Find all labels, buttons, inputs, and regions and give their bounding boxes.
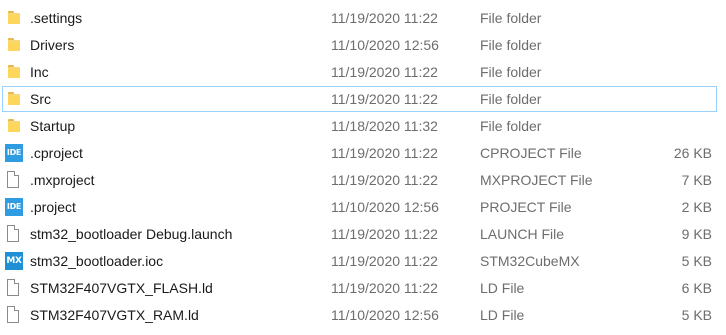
- file-type: File folder: [480, 37, 542, 53]
- file-type: STM32CubeMX: [480, 253, 580, 269]
- file-name: Startup: [30, 118, 76, 134]
- file-date: 11/19/2020 11:22: [331, 64, 438, 80]
- file-name: Drivers: [30, 37, 75, 53]
- folder-icon: [5, 90, 23, 108]
- file-type: File folder: [480, 91, 542, 107]
- file-list: .settings 11/19/2020 11:22 File folder D…: [0, 0, 726, 335]
- file-row-drivers[interactable]: Drivers 11/10/2020 12:56 File folder: [2, 32, 717, 58]
- file-row-startup[interactable]: Startup 11/18/2020 11:32 File folder: [2, 113, 717, 139]
- file-icon: [5, 225, 23, 243]
- file-type: File folder: [480, 64, 542, 80]
- file-name: .mxproject: [30, 172, 95, 188]
- file-date: 11/19/2020 11:22: [331, 253, 438, 269]
- file-date: 11/10/2020 12:56: [331, 37, 439, 53]
- file-row-flash-ld[interactable]: STM32F407VGTX_FLASH.ld 11/19/2020 11:22 …: [2, 275, 717, 301]
- file-date: 11/19/2020 11:22: [331, 226, 438, 242]
- folder-icon: [5, 117, 23, 135]
- file-row-inc[interactable]: Inc 11/19/2020 11:22 File folder: [2, 59, 717, 85]
- file-type: LAUNCH File: [480, 226, 565, 242]
- ide-badge-text: IDE: [5, 198, 23, 216]
- file-name: stm32_bootloader Debug.launch: [30, 226, 233, 242]
- file-name: .settings: [30, 10, 83, 26]
- folder-icon: [5, 36, 23, 54]
- file-date: 11/10/2020 12:56: [331, 307, 439, 323]
- file-icon: [5, 279, 23, 297]
- file-date: 11/18/2020 11:32: [331, 118, 438, 134]
- file-name: STM32F407VGTX_FLASH.ld: [30, 280, 213, 296]
- file-date: 11/19/2020 11:22: [331, 172, 438, 188]
- file-row-mxproject[interactable]: .mxproject 11/19/2020 11:22 MXPROJECT Fi…: [2, 167, 717, 193]
- file-type: MXPROJECT File: [480, 172, 593, 188]
- file-size: 5 KB: [681, 253, 712, 269]
- file-date: 11/19/2020 11:22: [331, 10, 438, 26]
- folder-icon: [5, 63, 23, 81]
- file-name: Src: [30, 91, 51, 107]
- file-type: LD File: [480, 307, 525, 323]
- file-name: STM32F407VGTX_RAM.ld: [30, 307, 199, 323]
- file-name: Inc: [30, 64, 49, 80]
- ide-badge-text: IDE: [5, 144, 23, 162]
- folder-icon: [5, 9, 23, 27]
- file-name: stm32_bootloader.ioc: [30, 253, 164, 269]
- file-row-src[interactable]: Src 11/19/2020 11:22 File folder: [2, 86, 717, 112]
- file-size: 5 KB: [681, 307, 712, 323]
- file-row-ram-ld[interactable]: STM32F407VGTX_RAM.ld 11/10/2020 12:56 LD…: [2, 302, 717, 328]
- file-date: 11/19/2020 11:22: [331, 280, 438, 296]
- ide-icon: IDE: [5, 144, 23, 162]
- file-row-project[interactable]: IDE .project 11/10/2020 12:56 PROJECT Fi…: [2, 194, 717, 220]
- file-name: .cproject: [30, 145, 83, 161]
- file-date: 11/19/2020 11:22: [331, 145, 438, 161]
- ide-icon: IDE: [5, 198, 23, 216]
- file-type: File folder: [480, 10, 542, 26]
- file-type: File folder: [480, 118, 542, 134]
- file-name: .project: [30, 199, 76, 215]
- file-row-settings[interactable]: .settings 11/19/2020 11:22 File folder: [2, 5, 717, 31]
- file-size: 7 KB: [681, 172, 712, 188]
- file-size: 2 KB: [681, 199, 712, 215]
- mx-badge-text: MX: [5, 252, 23, 270]
- file-date: 11/19/2020 11:22: [331, 91, 438, 107]
- file-size: 26 KB: [673, 145, 712, 161]
- file-type: PROJECT File: [480, 199, 572, 215]
- file-type: LD File: [480, 280, 525, 296]
- file-icon: [5, 306, 23, 324]
- file-size: 9 KB: [681, 226, 712, 242]
- file-icon: [5, 171, 23, 189]
- file-row-launch[interactable]: stm32_bootloader Debug.launch 11/19/2020…: [2, 221, 717, 247]
- mx-icon: MX: [5, 252, 23, 270]
- file-row-cproject[interactable]: IDE .cproject 11/19/2020 11:22 CPROJECT …: [2, 140, 717, 166]
- file-type: CPROJECT File: [480, 145, 582, 161]
- file-size: 6 KB: [681, 280, 712, 296]
- file-date: 11/10/2020 12:56: [331, 199, 439, 215]
- file-row-ioc[interactable]: MX stm32_bootloader.ioc 11/19/2020 11:22…: [2, 248, 717, 274]
